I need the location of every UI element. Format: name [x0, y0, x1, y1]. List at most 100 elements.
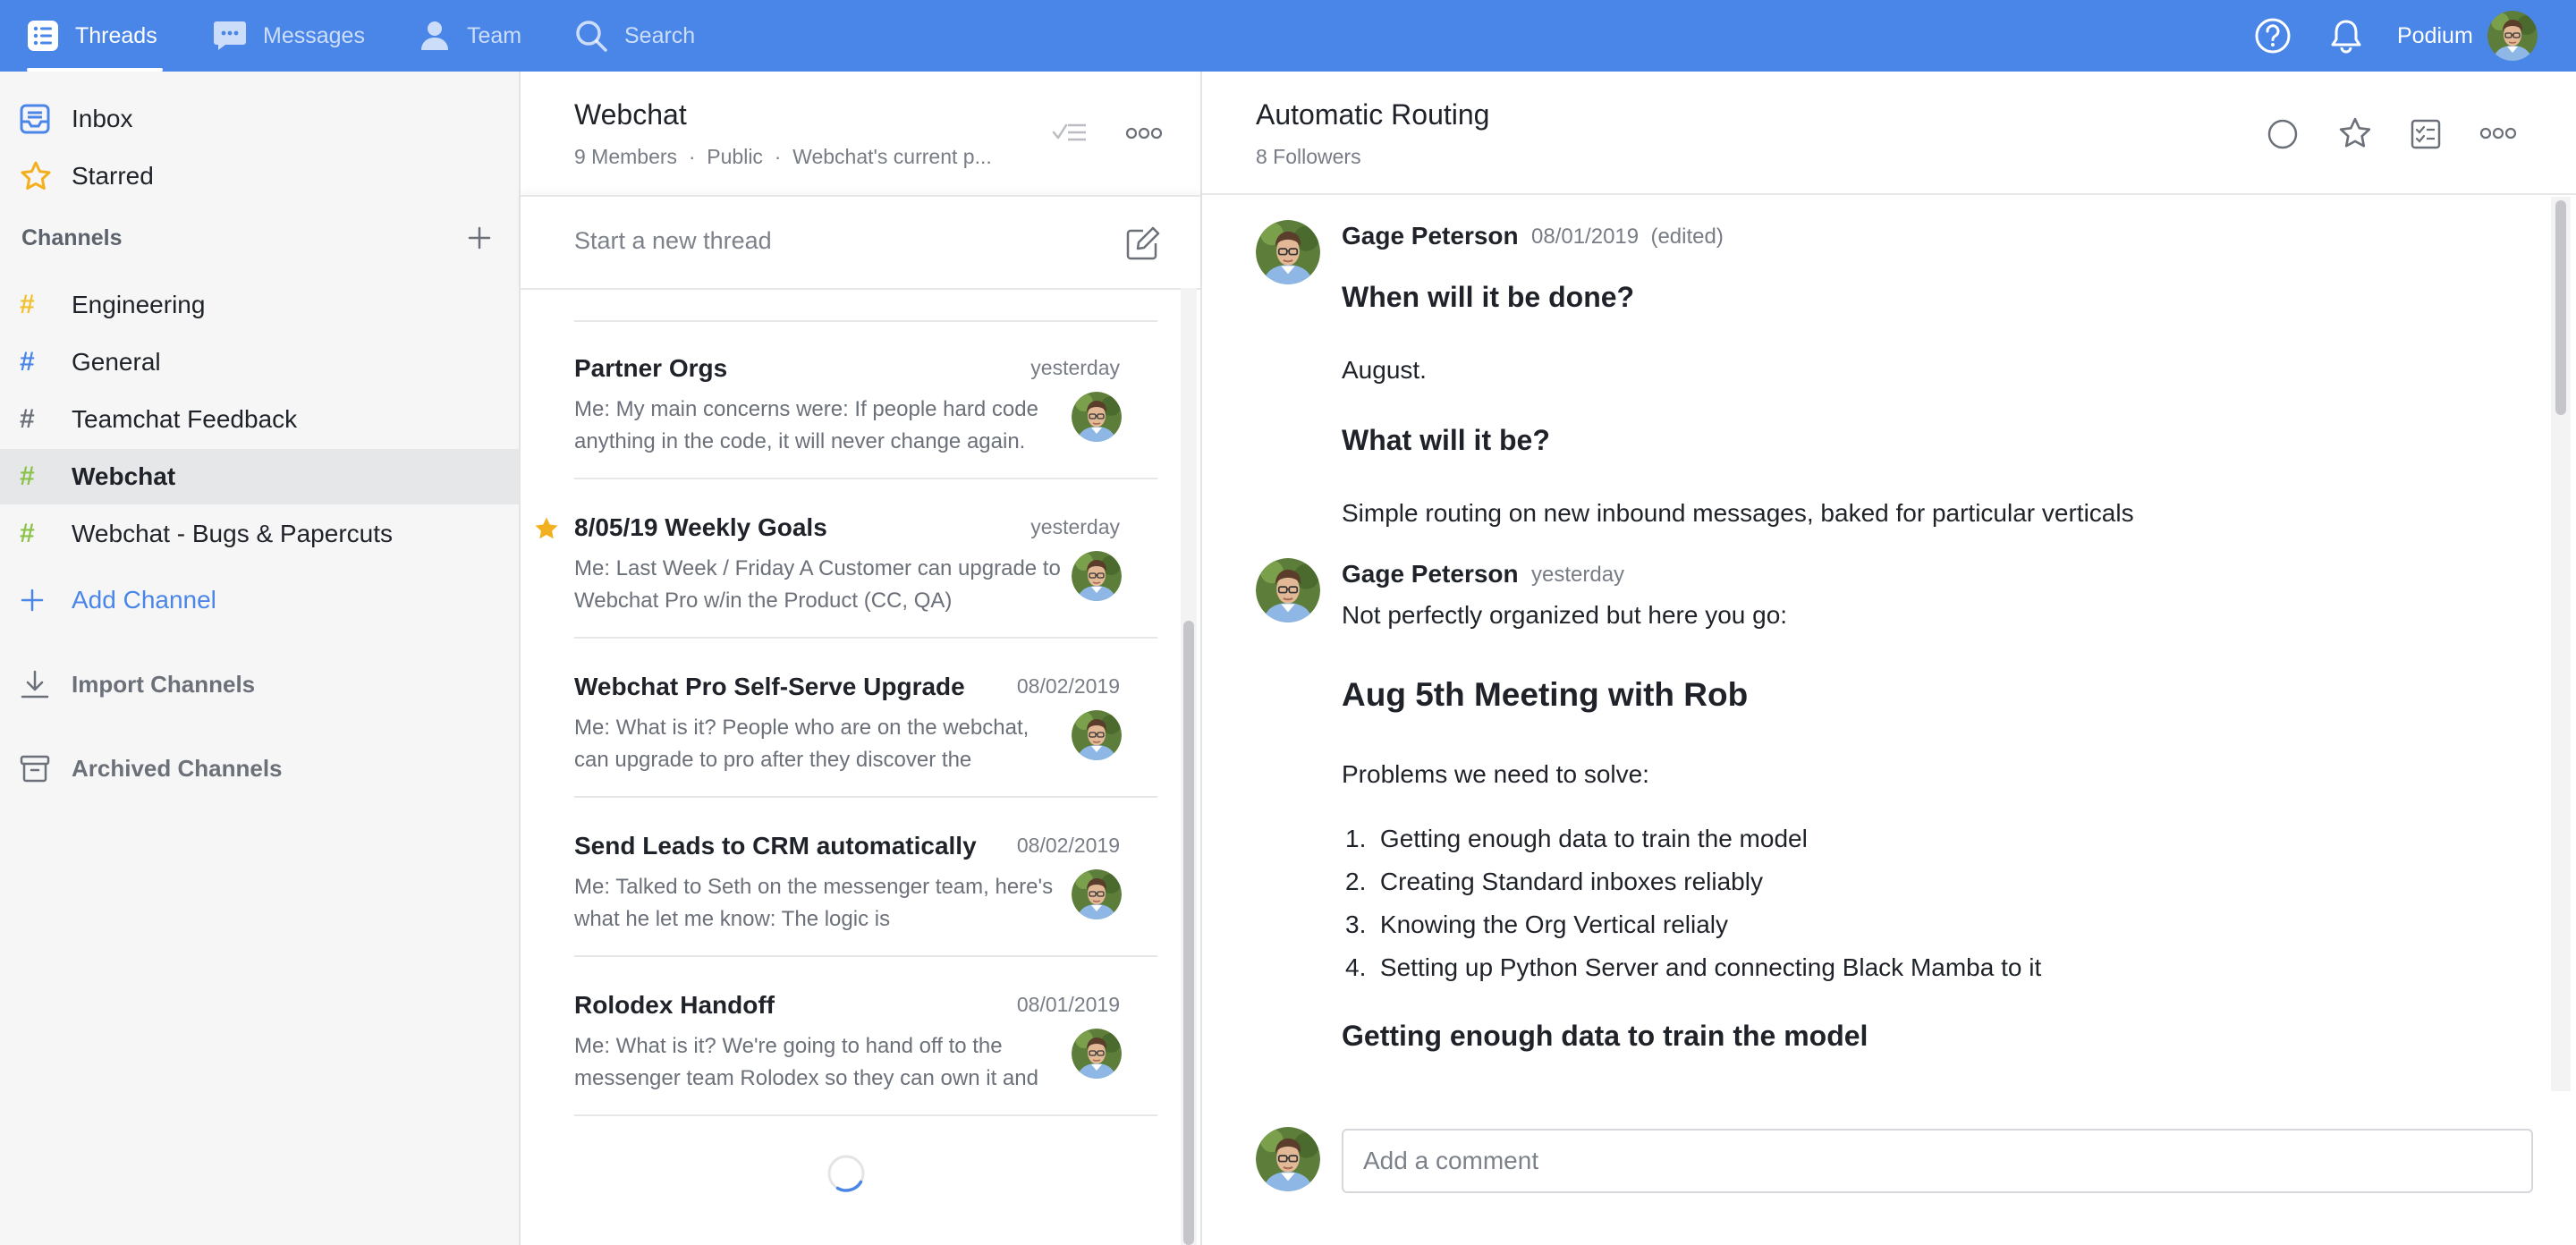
help-button[interactable]: [2254, 0, 2292, 72]
message-heading-large: Aug 5th Meeting with Rob: [1342, 676, 1749, 713]
thread-title-heading: Automatic Routing: [1256, 98, 1490, 131]
tab-messages[interactable]: Messages: [213, 0, 365, 72]
user-avatar: [2487, 11, 2538, 61]
message-author[interactable]: Gage Peterson: [1342, 560, 1519, 589]
org-name: Podium: [2397, 22, 2473, 48]
import-channels-link[interactable]: Import Channels: [0, 656, 519, 712]
message-date: 08/01/2019: [1531, 224, 1640, 249]
new-thread-input[interactable]: Start a new thread: [521, 195, 1200, 290]
sidebar-item-webchat[interactable]: # Webchat: [0, 449, 519, 504]
account-menu[interactable]: Podium: [2397, 0, 2538, 72]
message-paragraph: Not perfectly organized but here you go:: [1342, 601, 1788, 629]
comment-input[interactable]: Add a comment: [1342, 1129, 2533, 1193]
thread-snippet: Me: Last Week / Friday A Customer can up…: [574, 556, 1061, 613]
sidebar-item-label: Engineering: [72, 291, 206, 318]
scrollbar-thumb[interactable]: [2555, 200, 2566, 415]
hashtag-icon: #: [20, 347, 35, 377]
compose-icon[interactable]: [1125, 225, 1161, 261]
thread-date: 08/01/2019: [1016, 993, 1120, 1016]
hashtag-icon: #: [20, 462, 35, 491]
sidebar-item-label: Webchat: [72, 462, 176, 490]
channels-section-title: Channels: [21, 225, 123, 250]
thread-row[interactable]: Partner Orgs yesterday Me: My main conce…: [574, 320, 1157, 479]
message-heading: When will it be done?: [1342, 281, 1635, 313]
message-paragraph: Problems we need to solve:: [1342, 760, 1649, 788]
thread-row-cut-off[interactable]: [574, 288, 1157, 322]
sidebar-item-general[interactable]: # General: [0, 335, 519, 390]
thread-snippet: Me: My main concerns were: If people har…: [574, 397, 1038, 453]
thread-title: Webchat Pro Self-Serve Upgrade: [574, 673, 965, 700]
thread-snippet: Me: What is it? We're going to hand off …: [574, 1034, 1038, 1090]
sidebar-item-inbox[interactable]: Inbox: [0, 91, 519, 147]
sidebar-item-engineering[interactable]: # Engineering: [0, 277, 519, 333]
inbox-icon: [20, 104, 50, 134]
archived-channels-link[interactable]: Archived Channels: [0, 741, 519, 796]
tab-threads[interactable]: Threads: [27, 0, 163, 72]
avatar: [1072, 551, 1122, 601]
search-button[interactable]: Search: [574, 0, 695, 72]
mark-complete-circle-icon[interactable]: [2267, 118, 2299, 150]
help-icon: [2254, 17, 2292, 55]
search-label: Search: [624, 22, 696, 48]
more-options-icon[interactable]: [1125, 125, 1163, 141]
header-divider: [1202, 193, 2576, 195]
thread-date: 08/02/2019: [1016, 674, 1120, 698]
thread-row[interactable]: Send Leads to CRM automatically 08/02/20…: [574, 798, 1157, 957]
loading-spinner-icon: [825, 1152, 868, 1195]
message-paragraph: Simple routing on new inbound messages, …: [1342, 499, 2134, 527]
comment-placeholder: Add a comment: [1363, 1147, 1539, 1174]
thread-snippet: Me: What is it? People who are on the we…: [574, 716, 1030, 772]
channel-title: Webchat: [574, 98, 687, 131]
notifications-button[interactable]: [2329, 0, 2363, 72]
message-paragraph: August.: [1342, 356, 1427, 384]
checklist-icon[interactable]: [2410, 118, 2442, 150]
sidebar-item-webchat-bugs[interactable]: # Webchat - Bugs & Papercuts: [0, 506, 519, 562]
channel-members: 9 Members: [574, 145, 678, 168]
thread-row[interactable]: Rolodex Handoff 08/01/2019 Me: What is i…: [574, 957, 1157, 1116]
list-item-text: Getting enough data to train the model: [1379, 825, 1808, 852]
tab-team-label: Team: [467, 22, 522, 48]
sidebar-item-starred[interactable]: Starred: [0, 148, 519, 204]
list-item-text: Setting up Python Server and connecting …: [1379, 953, 2042, 981]
scrollbar-thumb[interactable]: [1183, 621, 1194, 1245]
message-heading: What will it be?: [1342, 424, 1550, 456]
avatar: [1072, 392, 1122, 442]
sidebar-item-label: Teamchat Feedback: [72, 405, 298, 433]
thread-list-pane: Webchat 9 Members · Public · Webchat's c…: [521, 72, 1202, 1245]
add-channel-label: Add Channel: [72, 586, 216, 614]
more-options-icon[interactable]: [2479, 125, 2517, 141]
thread-row[interactable]: 8/05/19 Weekly Goals yesterday Me: Last …: [535, 479, 1157, 639]
list-item: 3. Knowing the Org Vertical relialy: [1345, 910, 1728, 938]
sidebar-item-label: General: [72, 348, 161, 376]
thread-date: yesterday: [1030, 515, 1120, 538]
message-author[interactable]: Gage Peterson: [1342, 222, 1519, 250]
channel-visibility: Public: [707, 145, 763, 168]
thread-title: Partner Orgs: [574, 354, 728, 382]
thread-list-scrollbar[interactable]: [1181, 288, 1197, 1245]
starred-icon[interactable]: [533, 515, 560, 542]
download-icon: [20, 669, 50, 699]
thread-date: 08/02/2019: [1016, 834, 1120, 857]
list-item-text: Knowing the Org Vertical relialy: [1379, 910, 1728, 938]
list-item: 2. Creating Standard inboxes reliably: [1345, 868, 1763, 895]
message-date: yesterday: [1531, 563, 1625, 587]
star-icon[interactable]: [2338, 116, 2372, 150]
sidebar-item-teamchat-feedback[interactable]: # Teamchat Feedback: [0, 392, 519, 447]
sidebar-item-label: Inbox: [72, 105, 133, 132]
mark-all-read-icon[interactable]: [1052, 120, 1088, 147]
star-icon: [20, 160, 52, 192]
add-channel-plus-icon[interactable]: [467, 225, 492, 250]
avatar: [1256, 220, 1320, 284]
tab-team[interactable]: Team: [419, 0, 521, 72]
thread-detail-pane: Automatic Routing 8 Followers Gage Peter…: [1202, 72, 2576, 1245]
thread-row[interactable]: Webchat Pro Self-Serve Upgrade 08/02/201…: [574, 639, 1157, 798]
add-channel-link[interactable]: Add Channel: [0, 572, 519, 628]
list-item: 4. Setting up Python Server and connecti…: [1345, 953, 2042, 981]
list-item: 1. Getting enough data to train the mode…: [1345, 825, 1808, 852]
thread-detail-scrollbar[interactable]: [2551, 197, 2571, 1091]
new-thread-placeholder: Start a new thread: [574, 227, 772, 254]
meta-separator: ·: [768, 145, 787, 168]
avatar: [1256, 558, 1320, 622]
tab-messages-label: Messages: [263, 22, 365, 48]
archive-icon: [20, 753, 50, 783]
